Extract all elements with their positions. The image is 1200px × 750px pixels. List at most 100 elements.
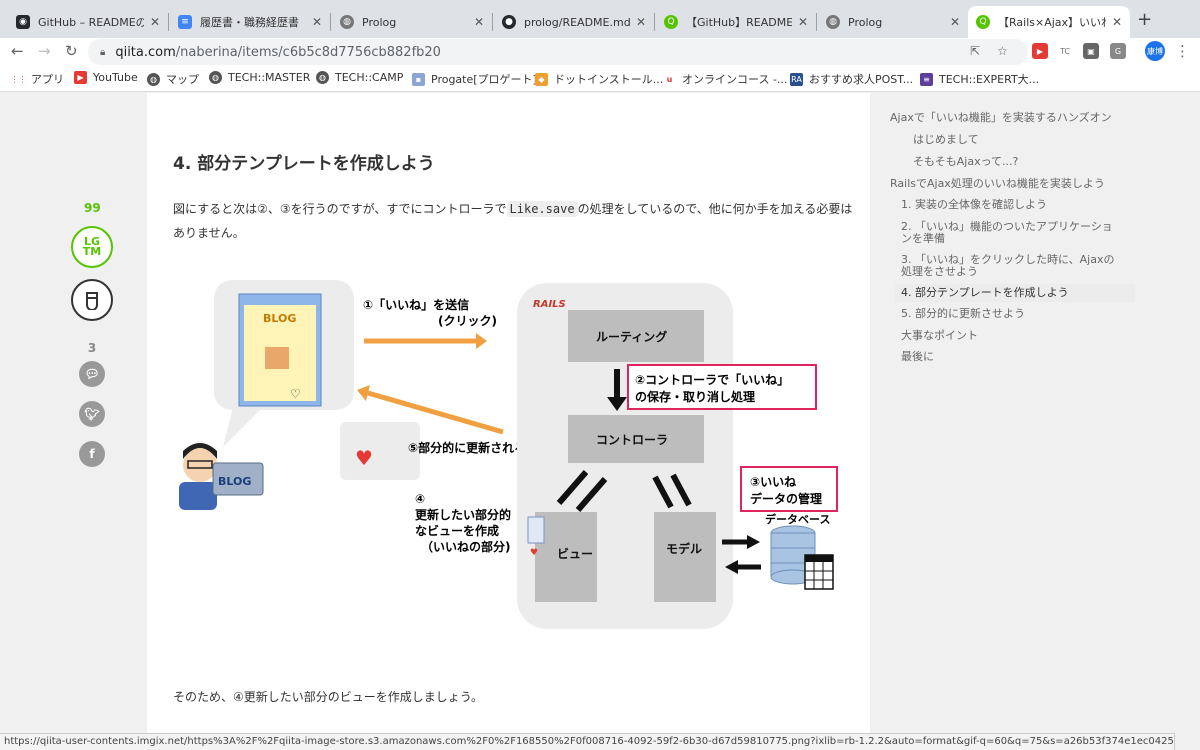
tab-title: Prolog [848,15,883,29]
close-icon[interactable]: ✕ [798,15,808,29]
tab-prolog-readme[interactable]: ● prolog/README.md at ✕ [494,6,654,38]
comment-count: 3 [87,341,97,355]
bookmark-label: アプリ [31,73,64,86]
close-icon[interactable]: ✕ [312,15,322,29]
forward-arrow-icon[interactable]: → [38,42,51,60]
new-tab-button[interactable]: + [1137,9,1152,30]
bookmark-label: Progate[プロゲート] [431,73,537,86]
bookmark-label: ドットインストール... [554,73,664,86]
qiita-favicon-icon: Q [976,15,990,29]
tab-title: 【GitHub】README.m [686,16,792,29]
extension-video-icon[interactable]: ▶ [1032,43,1048,59]
dotinstall-icon: ◆ [535,72,548,86]
bookmark-label: YouTube [93,71,138,84]
toc-item-active[interactable]: 4. 部分テンプレートを作成しよう [895,284,1135,302]
bookmark-progate[interactable]: ▪ Progate[プロゲート] [412,71,537,87]
progate-icon: ▪ [412,72,425,86]
back-arrow-icon[interactable]: ← [11,42,24,60]
close-icon[interactable]: ✕ [636,15,646,29]
bookmark-label: おすすめ求人POST... [809,73,914,86]
udemy-icon: u [663,72,676,86]
bookmark-online-course[interactable]: u オンラインコース -... [663,71,787,87]
lgtm-button[interactable]: LG TM [71,226,113,268]
heart-icon: ♥ [530,548,538,558]
stock-button[interactable] [71,279,113,321]
status-bar-url: https://qiita-user-contents.imgix.net/ht… [0,733,1175,750]
step3-sub: データの管理 [750,491,822,506]
toc-item[interactable]: Ajaxで「いいね機能」を実装するハンズオン [890,112,1112,124]
tab-prolog-2[interactable]: ◍ Prolog ✕ [818,6,968,38]
close-icon[interactable]: ✕ [950,15,960,29]
toc-item[interactable]: そもそもAjaxって...? [913,156,1018,168]
toc-item[interactable]: 大事なポイント [901,330,978,342]
bookmark-techmaster[interactable]: ◍ TECH::MASTER [209,71,310,84]
tab-title: GitHub – READMEの作成 [38,16,144,29]
globe-icon: ◍ [147,72,160,86]
step5-label: ⑤部分的に更新される [408,440,526,455]
tab-resume[interactable]: ≡ 履歴書・職務経歴書【中 ✕ [170,6,330,38]
step2-label: ②コントローラで「いいね」 [635,372,789,387]
lock-icon: 🔒︎ [100,46,106,58]
article-body: 4. 部分テンプレートを作成しよう 図にすると次は②、③を行うのですが、すでにコ… [147,93,870,733]
like-count: 99 [84,201,101,215]
tab-prolog[interactable]: ◍ Prolog ✕ [332,6,492,38]
facebook-share-button[interactable]: f [79,441,105,467]
tab-rails-ajax[interactable]: Q 【Rails×Ajax】いいね機 ✕ [968,6,1130,38]
extension-g-icon[interactable]: G [1110,43,1126,59]
globe-icon: ◍ [340,15,354,29]
step3-label: ③いいね [750,475,796,489]
article-paragraph: そのため、④更新したい部分のビューを作成しましょう。 [173,690,484,704]
comment-button[interactable]: 💬︎ [79,361,105,387]
arrow-send-head [476,333,487,349]
bookmark-maps[interactable]: ◍ マップ [147,71,199,87]
toc-item[interactable]: 処理をさせよう [901,266,978,278]
menu-dots-icon[interactable]: ⋮ [1175,42,1190,60]
step2-sub: の保存・取り消し処理 [635,389,755,404]
bookmark-label: TECH::CAMP [335,71,404,84]
bookmark-apps[interactable]: ⋮⋮ アプリ [11,71,64,87]
open-in-app-icon[interactable]: ⇱ [970,44,980,58]
reload-icon[interactable]: ↻ [65,42,78,60]
person-body [179,482,217,510]
toc-item[interactable]: 1. 実装の全体像を確認しよう [901,199,1047,211]
tab-github-readme-qiita[interactable]: Q 【GitHub】README.m ✕ [656,6,816,38]
globe-icon: ◍ [209,71,222,84]
extension-tc-icon[interactable]: TC [1057,43,1073,59]
database-label: データベース [765,512,830,526]
bookmark-label: オンラインコース -... [682,73,788,86]
ra-icon: RA [790,72,803,86]
toc-item[interactable]: はじめまして [913,134,979,146]
bookmark-techcamp[interactable]: ◍ TECH::CAMP [316,71,403,84]
close-icon[interactable]: ✕ [150,15,160,29]
url-bar[interactable]: 🔒︎ qiita.com/naberina/items/c6b5c8d7756c… [88,39,1028,65]
bookmark-label: TECH::EXPERT大... [939,73,1040,86]
qiita-favicon-icon: Q [664,15,678,29]
toc-item[interactable]: ンを準備 [901,233,945,245]
spreadsheet-icon [804,554,834,590]
list-icon: ≡ [920,72,933,86]
step4-sub2: （いいねの部分) [421,539,511,554]
close-icon[interactable]: ✕ [474,15,484,29]
bookmark-label: TECH::MASTER [228,71,311,84]
toc-item[interactable]: RailsでAjax処理のいいね機能を実装しよう [890,178,1105,190]
blog-title: BLOG [263,312,296,325]
toc-item[interactable]: 最後に [901,351,934,363]
profile-avatar[interactable]: 康博 [1145,41,1165,61]
globe-icon: ◍ [316,71,329,84]
step4-label: 更新したい部分的 [415,507,511,522]
extension-cast-icon[interactable]: ▣ [1083,43,1099,59]
laptop-blog-label: BLOG [218,475,251,488]
twitter-icon: 🐦︎ [84,407,100,421]
section-heading: 4. 部分テンプレートを作成しよう [173,154,435,174]
tab-github-readme[interactable]: ◉ GitHub – READMEの作成 ✕ [8,6,168,38]
bookmark-youtube[interactable]: ▶ YouTube [74,71,138,84]
bookmark-techexpert[interactable]: ≡ TECH::EXPERT大... [920,71,1039,87]
youtube-icon: ▶ [74,71,87,84]
toc-item[interactable]: 5. 部分的に更新させよう [901,308,1025,320]
close-icon[interactable]: ✕ [1112,15,1122,29]
bookmark-star-icon[interactable]: ☆ [997,44,1008,58]
page-body: 99 LG TM 3 💬︎ 🐦︎ f 4. 部分テンプレートを作成しよう 図にす… [0,93,1200,733]
twitter-share-button[interactable]: 🐦︎ [79,401,105,427]
bookmark-recruit[interactable]: RA おすすめ求人POST... [790,71,913,87]
bookmark-dotinstall[interactable]: ◆ ドットインストール... [535,71,663,87]
